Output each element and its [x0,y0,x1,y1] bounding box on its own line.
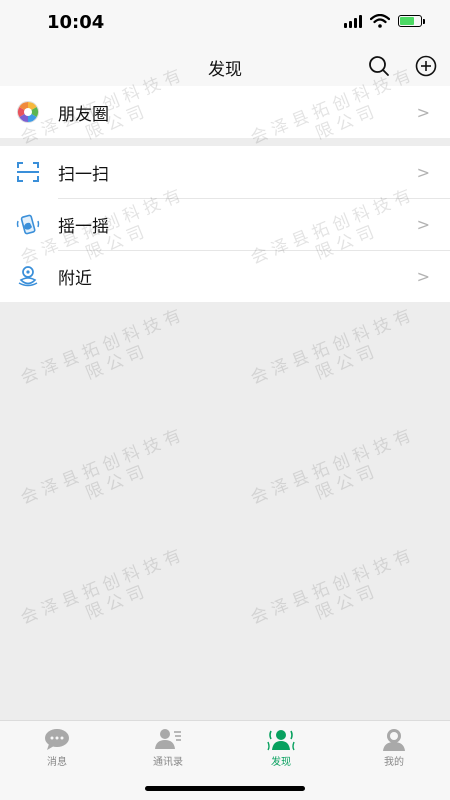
chevron-right-icon: > [416,266,430,286]
tab-label-messages: 消息 [47,757,67,768]
discover-people-icon [267,730,295,751]
plus-circle-icon [415,55,437,77]
nav-bar: 发现 [0,50,450,86]
status-bar: 10:04 [0,0,450,50]
menu-item-scan[interactable]: 扫一扫 > [0,146,450,198]
add-button[interactable] [412,52,440,80]
battery-icon [398,15,425,27]
search-button[interactable] [365,52,393,80]
chevron-right-icon: > [416,102,430,122]
tab-discover[interactable]: 发现 [241,727,321,768]
menu-item-shake[interactable]: 摇一摇 > [0,198,450,250]
tab-messages[interactable]: 消息 [17,727,97,768]
menu-label-shake: 摇一摇 [58,216,109,237]
chevron-right-icon: > [416,162,430,182]
tab-contacts[interactable]: 通讯录 [128,727,208,768]
chevron-right-icon: > [416,214,430,234]
shake-icon [15,211,41,237]
tab-label-me: 我的 [384,757,404,768]
nearby-icon [15,263,41,289]
menu-item-moments[interactable]: 朋友圈 > [0,86,450,138]
tab-label-contacts: 通讯录 [153,757,183,768]
status-time: 10:04 [47,12,105,33]
signal-icon [344,14,362,28]
watermark: 会泽县拓创科技有限公司 [18,544,189,629]
menu-label-scan: 扫一扫 [58,164,109,185]
watermark: 会泽县拓创科技有限公司 [248,424,419,509]
search-icon [369,56,389,76]
moments-icon [15,99,41,125]
menu-item-nearby[interactable]: 附近 > [0,250,450,302]
scan-icon [15,159,41,185]
menu-label-moments: 朋友圈 [58,104,109,125]
menu-label-nearby: 附近 [58,268,92,289]
watermark: 会泽县拓创科技有限公司 [248,304,419,389]
status-icons [344,14,425,28]
watermark: 会泽县拓创科技有限公司 [18,424,189,509]
home-indicator [145,786,305,791]
wifi-icon [370,14,390,28]
watermark: 会泽县拓创科技有限公司 [248,544,419,629]
tab-label-discover: 发现 [271,757,291,768]
tab-me[interactable]: 我的 [354,727,434,768]
menu-group-tools: 扫一扫 > 摇一摇 > 附近 > [0,146,450,302]
chat-bubble-icon [45,729,69,750]
watermark: 会泽县拓创科技有限公司 [18,304,189,389]
menu-group-moments: 朋友圈 > [0,86,450,138]
profile-icon [383,729,405,751]
contacts-icon [155,729,181,749]
